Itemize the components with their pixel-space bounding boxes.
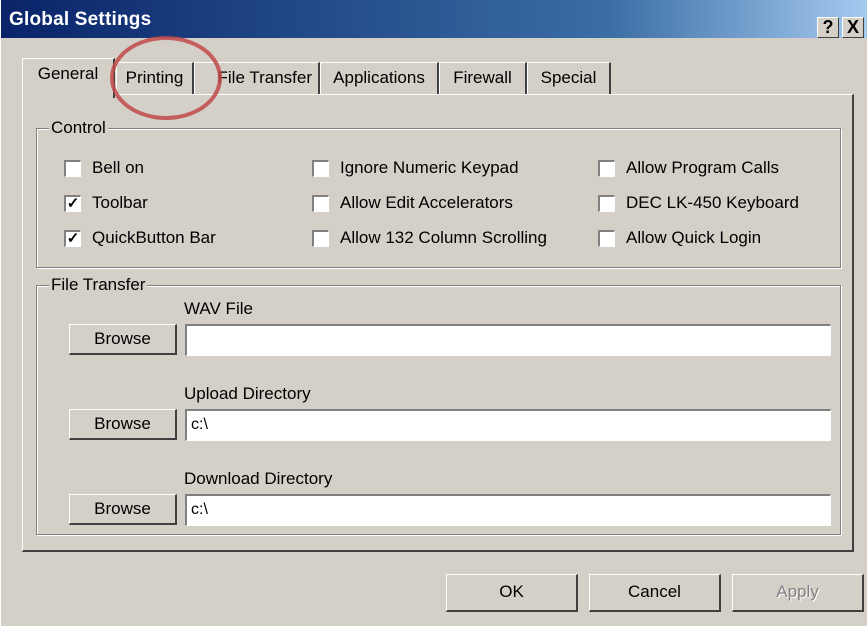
wav-browse-button[interactable]: Browse xyxy=(69,324,177,355)
allow-edit-accelerators-checkbox[interactable]: Allow Edit Accelerators xyxy=(312,192,513,214)
allow-132-column-scrolling-checkbox[interactable]: Allow 132 Column Scrolling xyxy=(312,227,547,249)
checkbox-label: Allow Quick Login xyxy=(626,228,762,247)
annotation-circle xyxy=(110,36,222,120)
global-settings-window: Global Settings ? X General Printing Fil… xyxy=(0,0,867,626)
checkbox-label: DEC LK-450 Keyboard xyxy=(626,193,799,212)
tab-special[interactable]: Special xyxy=(527,62,611,95)
general-tab-panel: Control Bell on ✓ Toolbar ✓ QuickButton … xyxy=(22,94,854,552)
control-group: Control Bell on ✓ Toolbar ✓ QuickButton … xyxy=(36,118,841,268)
upload-directory-input[interactable]: c:\ xyxy=(185,409,831,441)
checkbox-box xyxy=(598,159,615,177)
checkbox-label: QuickButton Bar xyxy=(92,228,216,247)
check-mark-icon: ✓ xyxy=(64,229,81,247)
close-button[interactable]: X xyxy=(842,17,864,38)
checkbox-label: Ignore Numeric Keypad xyxy=(340,158,519,177)
tab-firewall[interactable]: Firewall xyxy=(439,62,527,95)
checkbox-label: Allow Edit Accelerators xyxy=(340,193,513,212)
allow-quick-login-checkbox[interactable]: Allow Quick Login xyxy=(598,227,761,249)
title-bar[interactable]: Global Settings ? X xyxy=(1,0,867,38)
download-browse-button[interactable]: Browse xyxy=(69,494,177,525)
allow-program-calls-checkbox[interactable]: Allow Program Calls xyxy=(598,157,779,179)
checkbox-box xyxy=(312,229,329,247)
file-transfer-group-label: File Transfer xyxy=(49,275,148,295)
checkbox-label: Allow 132 Column Scrolling xyxy=(340,228,547,247)
checkbox-box xyxy=(312,194,329,212)
quickbutton-bar-checkbox[interactable]: ✓ QuickButton Bar xyxy=(64,227,216,249)
cancel-button[interactable]: Cancel xyxy=(589,574,721,612)
download-directory-input[interactable]: c:\ xyxy=(185,494,831,526)
download-directory-label: Download Directory xyxy=(184,469,333,488)
dec-lk450-keyboard-checkbox[interactable]: DEC LK-450 Keyboard xyxy=(598,192,799,214)
apply-button[interactable]: Apply xyxy=(732,574,864,612)
checkbox-label: Toolbar xyxy=(92,193,148,212)
checkbox-box xyxy=(598,229,615,247)
upload-browse-button[interactable]: Browse xyxy=(69,409,177,440)
upload-directory-label: Upload Directory xyxy=(184,384,311,403)
ignore-numeric-keypad-checkbox[interactable]: Ignore Numeric Keypad xyxy=(312,157,519,179)
wav-file-label: WAV File xyxy=(184,299,253,318)
checkbox-label: Allow Program Calls xyxy=(626,158,780,177)
window-title: Global Settings xyxy=(9,9,152,30)
tab-general[interactable]: General xyxy=(22,58,115,98)
check-mark-icon: ✓ xyxy=(64,194,81,212)
checkbox-box xyxy=(64,159,81,177)
bell-on-checkbox[interactable]: Bell on xyxy=(64,157,144,179)
control-group-label: Control xyxy=(49,118,108,138)
file-transfer-group: File Transfer WAV File Browse Upload Dir… xyxy=(36,275,841,535)
help-button[interactable]: ? xyxy=(817,17,839,38)
tab-applications[interactable]: Applications xyxy=(320,62,439,95)
checkbox-box xyxy=(312,159,329,177)
checkbox-label: Bell on xyxy=(92,158,144,177)
checkbox-box xyxy=(598,194,615,212)
toolbar-checkbox[interactable]: ✓ Toolbar xyxy=(64,192,148,214)
wav-file-input[interactable] xyxy=(185,324,831,356)
ok-button[interactable]: OK xyxy=(446,574,578,612)
